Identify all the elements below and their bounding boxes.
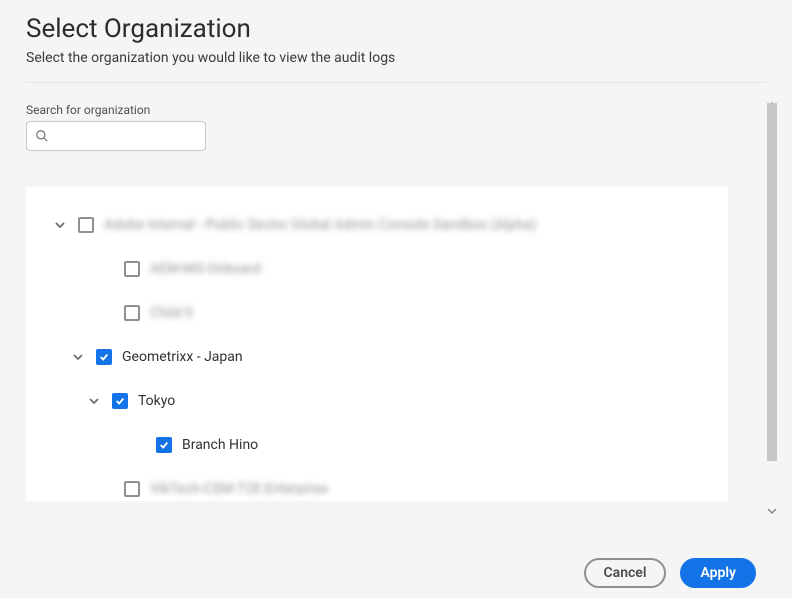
tree-row: VikTech-CSM-T2E-Enterprise <box>34 467 720 501</box>
org-label: VikTech-CSM-T2E-Enterprise <box>150 481 328 497</box>
chevron-down-icon[interactable] <box>46 219 74 231</box>
tree-row: Branch Hino <box>34 423 720 467</box>
tree-row: Tokyo <box>34 379 720 423</box>
org-label: Geometrixx - Japan <box>122 349 243 365</box>
chevron-down-icon[interactable] <box>64 351 92 363</box>
org-checkbox[interactable] <box>124 305 140 321</box>
cancel-button[interactable]: Cancel <box>584 558 667 588</box>
tree-row: AEM-MS-Onboard <box>34 247 720 291</box>
apply-button[interactable]: Apply <box>680 558 756 588</box>
org-label: Tokyo <box>138 393 175 409</box>
dialog-subtitle: Select the organization you would like t… <box>26 50 766 66</box>
org-checkbox[interactable] <box>96 349 112 365</box>
search-box[interactable] <box>26 121 206 151</box>
scroll-down-arrow-icon[interactable] <box>764 503 780 519</box>
organization-tree: Adobe Internal - Public Sector Global Ad… <box>26 187 728 501</box>
dialog-footer: Cancel Apply <box>584 558 756 588</box>
search-icon <box>35 129 49 143</box>
org-checkbox[interactable] <box>78 217 94 233</box>
org-checkbox[interactable] <box>124 481 140 497</box>
divider <box>26 82 766 83</box>
org-label: Branch Hino <box>182 437 258 453</box>
org-checkbox[interactable] <box>112 393 128 409</box>
search-label: Search for organization <box>26 103 766 117</box>
scrollbar-thumb[interactable] <box>767 103 777 461</box>
search-input[interactable] <box>55 128 197 145</box>
chevron-down-icon[interactable] <box>80 395 108 407</box>
tree-row: Geometrixx - Japan <box>34 335 720 379</box>
org-checkbox[interactable] <box>156 437 172 453</box>
tree-row: Child 0 <box>34 291 720 335</box>
select-organization-dialog: Select Organization Select the organizat… <box>0 0 792 598</box>
org-label: AEM-MS-Onboard <box>150 261 261 277</box>
org-label: Child 0 <box>150 305 193 321</box>
org-label: Adobe Internal - Public Sector Global Ad… <box>104 217 536 233</box>
scrollbar-track[interactable] <box>764 103 780 513</box>
scroll-region: Search for organization Adobe Internal -… <box>26 103 766 513</box>
org-checkbox[interactable] <box>124 261 140 277</box>
tree-row: Adobe Internal - Public Sector Global Ad… <box>34 203 720 247</box>
dialog-title: Select Organization <box>26 14 766 44</box>
